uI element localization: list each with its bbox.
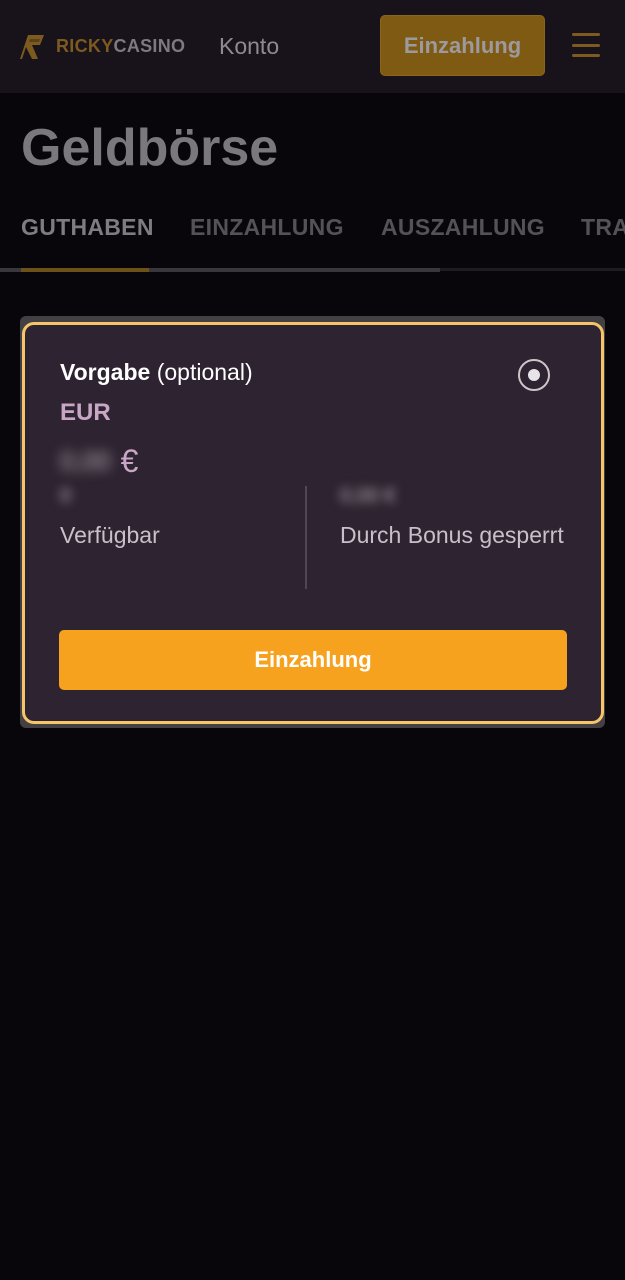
- euro-symbol: €: [120, 442, 139, 479]
- tab-transaktionen[interactable]: TRA: [581, 214, 625, 241]
- tab-guthaben[interactable]: GUTHABEN: [21, 214, 154, 241]
- card-title: Vorgabe (optional): [60, 359, 253, 386]
- wallet-select-radio[interactable]: [518, 359, 550, 391]
- bonus-value-hidden: 0,00 €: [340, 485, 396, 507]
- app-header: RICKYCASINO Konto Einzahlung: [0, 0, 625, 93]
- wallet-tabs: GUTHABEN EINZAHLUNG AUSZAHLUNG TRA: [0, 210, 625, 276]
- account-link[interactable]: Konto: [219, 33, 279, 60]
- hamburger-menu-icon[interactable]: [572, 33, 600, 57]
- balance-value-hidden: 0,00: [60, 445, 111, 476]
- bonus-locked-label: Durch Bonus gesperrt: [340, 522, 564, 548]
- card-title-optional: (optional): [150, 359, 253, 385]
- tab-einzahlung[interactable]: EINZAHLUNG: [190, 214, 344, 241]
- page-title: Geldbörse: [21, 119, 279, 177]
- column-divider: [305, 486, 307, 589]
- ricky-casino-logo[interactable]: RICKYCASINO: [18, 30, 185, 62]
- logo-icon: [20, 35, 44, 59]
- card-title-bold: Vorgabe: [60, 359, 151, 385]
- balance-amount: 0,00 €: [60, 439, 138, 483]
- wallet-balance-card[interactable]: Vorgabe (optional) EUR 0,00 € 0 Verfügba…: [22, 322, 604, 724]
- tab-auszahlung[interactable]: AUSZAHLUNG: [381, 214, 545, 241]
- available-section: 0 Verfügbar: [60, 485, 300, 554]
- active-tab-indicator: [21, 268, 149, 272]
- currency-code: EUR: [60, 399, 111, 426]
- logo-text-casino: CASINO: [113, 35, 186, 56]
- logo-text-ricky: RICKY: [56, 35, 114, 56]
- available-label: Verfügbar: [60, 522, 160, 548]
- card-deposit-button[interactable]: Einzahlung: [59, 630, 567, 690]
- bonus-locked-section: 0,00 € Durch Bonus gesperrt: [340, 485, 580, 554]
- available-value-hidden: 0: [60, 485, 72, 507]
- header-deposit-button[interactable]: Einzahlung: [380, 15, 545, 76]
